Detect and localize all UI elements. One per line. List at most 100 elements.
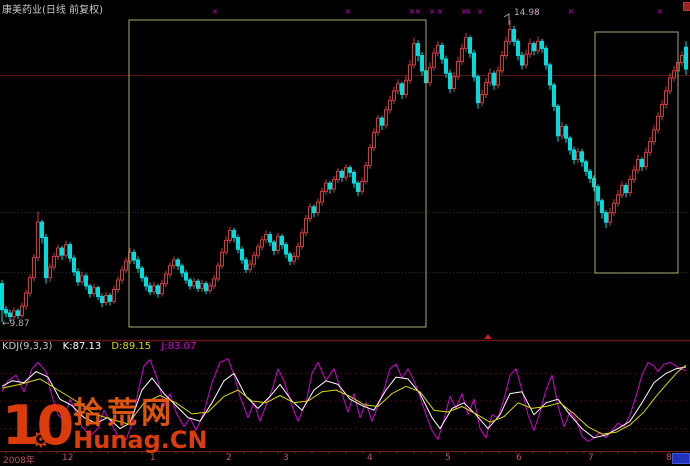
candle-body [216, 265, 220, 280]
candle-body [192, 280, 196, 287]
annotation-box[interactable] [594, 31, 679, 274]
candle-body [580, 151, 584, 163]
candle-body [272, 241, 276, 251]
candle-body [544, 47, 548, 66]
candle-body [188, 279, 192, 287]
kdj-formula-label: KDJ(9,3,3) [2, 341, 53, 352]
candle-body [264, 234, 268, 241]
candle-body [392, 90, 396, 101]
candle-body [468, 37, 472, 54]
kdj-j-value: J:83.07 [161, 341, 197, 352]
kdj-k-line [1, 366, 687, 439]
candle-body [432, 52, 436, 68]
x-axis-label: 7 [588, 453, 594, 463]
candle-body [288, 253, 292, 262]
signal-marker-icon: × [212, 7, 219, 16]
candle-body [184, 272, 188, 281]
candle-body [300, 232, 304, 247]
candle-body [612, 202, 616, 214]
candle-body [336, 170, 340, 181]
candle-body [640, 159, 644, 168]
candle-body [236, 237, 240, 250]
signal-marker-icon: × [465, 7, 472, 16]
candle-body [632, 169, 636, 181]
candle-body [492, 72, 496, 86]
candle-body [396, 83, 400, 92]
candle-body [464, 37, 468, 49]
candle-body [40, 221, 44, 239]
candle-body [660, 104, 664, 117]
candle-body [168, 265, 172, 275]
candle-body [524, 53, 528, 66]
candle-body [560, 125, 564, 137]
candle-body [268, 234, 272, 243]
candle-body [148, 285, 152, 293]
kdj-d-value: D:89.15 [111, 341, 152, 352]
candle-body [316, 201, 320, 214]
main-chart-canvas: × × × × × × ×× × × × × [0, 7, 690, 454]
candle-body [484, 82, 488, 95]
candlestick-series [0, 20, 688, 322]
candle-body [528, 43, 532, 55]
candle-body [80, 275, 84, 283]
candle-body [680, 55, 684, 64]
candle-body [420, 55, 424, 72]
candle-body [60, 247, 64, 256]
candle-body [476, 76, 480, 104]
candle-body [308, 206, 312, 220]
annotation-box[interactable] [128, 19, 427, 328]
candle-body [320, 190, 324, 203]
candle-body [348, 167, 352, 173]
candle-body [4, 309, 8, 314]
candle-body [324, 182, 328, 192]
candle-body [636, 159, 640, 171]
candle-body [140, 267, 144, 279]
candle-body [588, 170, 592, 179]
candle-body [412, 43, 416, 66]
x-axis-label: 2 [226, 453, 232, 463]
candle-body [656, 115, 660, 131]
candle-body [428, 66, 432, 84]
candle-body [124, 260, 128, 271]
candle-body [368, 147, 372, 166]
separator-handle-icon [484, 334, 492, 339]
candle-body [284, 244, 288, 255]
candle-body [224, 239, 228, 253]
x-axis[interactable]: 2008年 12 1 2 3 4 5 6 7 8 [0, 452, 690, 466]
x-axis-label: 12 [62, 453, 74, 463]
candle-body [444, 58, 448, 74]
axis-position-highlight[interactable] [672, 453, 690, 464]
candle-body [568, 137, 572, 151]
candle-body [248, 263, 252, 270]
candle-body [500, 55, 504, 72]
candle-body [448, 72, 452, 90]
candle-body [240, 248, 244, 261]
candle-body [536, 40, 540, 52]
chart-window: × × × × × × × × × × × × 康美药业(日线 前复权) 14.98 ←9.87 KD… [0, 0, 690, 466]
candle-body [452, 76, 456, 89]
high-pointer-icon [503, 13, 510, 25]
x-axis-label: 8 [666, 453, 672, 463]
x-axis-label: 5 [445, 453, 451, 463]
candle-body [112, 289, 116, 302]
candle-body [616, 194, 620, 204]
candle-body [608, 212, 612, 223]
candle-body [624, 185, 628, 194]
candle-body [668, 77, 672, 92]
candle-body [552, 84, 556, 107]
candle-body [72, 257, 76, 273]
candle-body [208, 285, 212, 292]
x-axis-label: 1 [150, 453, 156, 463]
candle-body [600, 200, 604, 214]
candle-body [564, 125, 568, 139]
x-axis-label: 3 [283, 453, 289, 463]
candle-body [24, 292, 28, 307]
candle-body [504, 40, 508, 56]
candle-body [312, 206, 316, 214]
candle-body [684, 46, 688, 70]
candle-body [64, 244, 68, 256]
candle-body [652, 129, 656, 143]
page-title: 康美药业(日线 前复权) [2, 5, 103, 16]
candle-body [372, 131, 376, 149]
candle-body [400, 83, 404, 95]
